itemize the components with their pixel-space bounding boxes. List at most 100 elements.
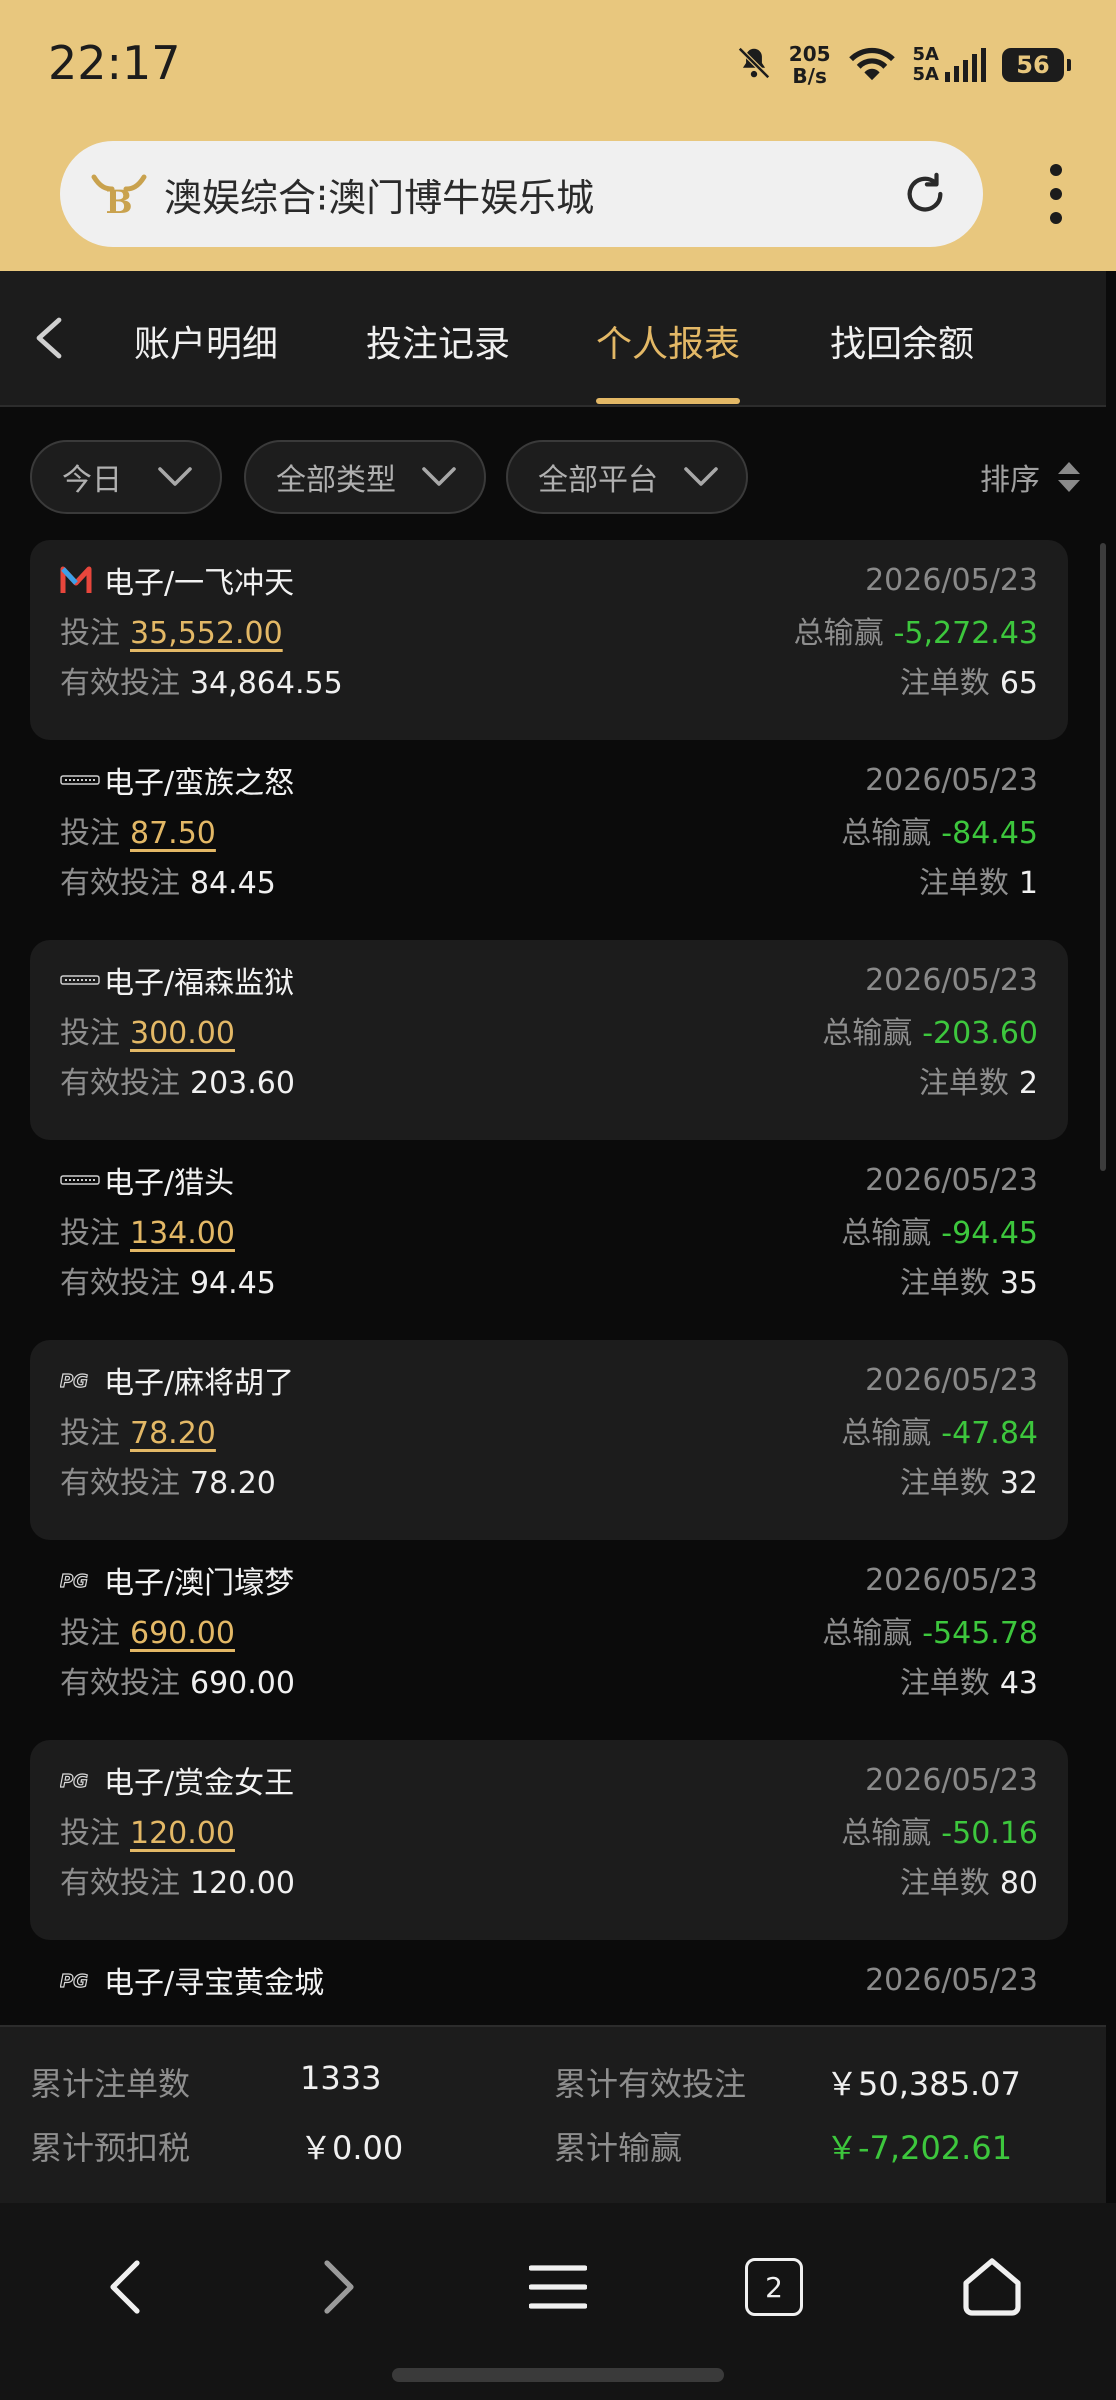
generic-provider-icon	[60, 1164, 100, 1196]
bet-amount-link[interactable]: 87.50	[130, 816, 216, 851]
tab-recover-balance[interactable]: 找回余额	[830, 315, 974, 405]
game-name: 电子/一飞冲天	[104, 566, 295, 601]
game-name: 电子/麻将胡了	[104, 1366, 295, 1401]
battery-level: 56	[1016, 51, 1050, 79]
nav-menu-button[interactable]	[520, 2249, 596, 2325]
pg-provider-icon: PG	[60, 1364, 100, 1396]
menu-dot-icon	[1050, 212, 1062, 224]
order-count-label: 注单数	[899, 1266, 990, 1301]
platform-filter[interactable]: 全部平台	[506, 440, 748, 514]
total-win-label: 总输赢	[841, 1416, 932, 1451]
bet-amount-link[interactable]: 300.00	[130, 1016, 235, 1051]
valid-bet-label: 有效投注	[60, 666, 180, 701]
record-date: 2026/05/23	[865, 762, 1038, 798]
total-win-value: -203.60	[922, 1016, 1038, 1051]
report-card[interactable]: PG 电子/赏金女王 2026/05/23 投注 120.00 总输赢 -50.16…	[30, 1740, 1068, 1940]
order-count-value: 43	[999, 1666, 1038, 1701]
report-tabbar: 账户明细 投注记录 个人报表 找回余额	[0, 271, 1106, 407]
battery-icon: 56	[1002, 48, 1071, 82]
wifi-icon	[847, 44, 897, 86]
signal-bars-icon	[945, 48, 986, 82]
pg-provider-icon: PG	[60, 1564, 100, 1596]
hamburger-menu-icon	[529, 2265, 587, 2309]
type-filter-value: 全部类型	[276, 463, 396, 498]
report-card[interactable]: PG 电子/澳门壕梦 2026/05/23 投注 690.00 总输赢 -545.7…	[30, 1540, 1068, 1740]
valid-bet-label: 有效投注	[60, 866, 180, 901]
game-name: 电子/澳门壕梦	[104, 1566, 295, 1601]
game-name: 电子/赏金女王	[104, 1766, 295, 1801]
report-card[interactable]: 电子/福森监狱 2026/05/23 投注 300.00 总输赢 -203.60 有…	[30, 940, 1068, 1140]
tab-count: 2	[765, 2270, 783, 2304]
signal-label-1: 5A	[912, 44, 939, 65]
svg-text:PG: PG	[60, 1971, 88, 1992]
order-count-value: 2	[1018, 1066, 1038, 1101]
valid-bet-label: 有效投注	[60, 1666, 180, 1701]
list-scrollbar[interactable]	[1100, 543, 1106, 1171]
total-win-label: 总输赢	[822, 1616, 913, 1651]
report-card[interactable]: PG 电子/寻宝黄金城 2026/05/23	[30, 1940, 1068, 2005]
home-indicator[interactable]	[392, 2368, 724, 2382]
report-card[interactable]: 电子/猎头 2026/05/23 投注 134.00 总输赢 -94.45 有效投注…	[30, 1140, 1068, 1340]
chevron-left-icon	[110, 2260, 140, 2314]
order-count-label: 注单数	[899, 1866, 990, 1901]
total-win-value: -545.78	[922, 1616, 1038, 1651]
report-card[interactable]: 电子/蛮族之怒 2026/05/23 投注 87.50 总输赢 -84.45 有效投…	[30, 740, 1068, 940]
total-tax-label: 累计预扣税	[30, 2129, 191, 2167]
net-speed-unit: B/s	[792, 64, 827, 88]
valid-bet-label: 有效投注	[60, 1266, 180, 1301]
bet-label: 投注	[60, 1816, 120, 1851]
tab-personal-report[interactable]: 个人报表	[596, 315, 740, 405]
reload-button[interactable]	[895, 164, 955, 224]
report-card[interactable]: PG 电子/麻将胡了 2026/05/23 投注 78.20 总输赢 -47.84 …	[30, 1340, 1068, 1540]
chevron-down-icon	[684, 467, 718, 486]
valid-bet-label: 有效投注	[60, 1466, 180, 1501]
sort-button[interactable]: 排序	[980, 452, 1080, 502]
net-speed: 205 B/s	[789, 43, 831, 87]
total-win-value: -47.84	[941, 1416, 1038, 1451]
tab-account-details[interactable]: 账户明细	[134, 315, 278, 405]
total-win-value: -5,272.43	[893, 616, 1038, 651]
type-filter[interactable]: 全部类型	[244, 440, 486, 514]
order-count-value: 1	[1018, 866, 1038, 901]
back-button[interactable]	[26, 313, 70, 363]
report-list[interactable]: 电子/一飞冲天 2026/05/23 投注 35,552.00 总输赢 -5,272…	[0, 540, 1106, 2005]
total-win-label: 总输赢	[841, 816, 932, 851]
total-win-value: -50.16	[941, 1816, 1038, 1851]
nav-forward-button[interactable]	[302, 2249, 378, 2325]
status-time: 22:17	[48, 36, 181, 90]
browser-menu-button[interactable]	[1026, 158, 1086, 230]
active-tab-indicator	[596, 398, 740, 404]
record-date: 2026/05/23	[865, 1762, 1038, 1798]
status-icons: 205 B/s 5A 5A 56	[735, 40, 1071, 90]
bet-amount-link[interactable]: 35,552.00	[130, 616, 283, 651]
record-date: 2026/05/23	[865, 1162, 1038, 1198]
svg-text:PG: PG	[60, 1771, 88, 1792]
date-filter[interactable]: 今日	[30, 440, 222, 514]
valid-bet-value: 690.00	[190, 1666, 295, 1701]
mute-bell-icon	[735, 44, 773, 86]
nav-back-button[interactable]	[86, 2249, 162, 2325]
total-win-value: -94.45	[941, 1216, 1038, 1251]
chevron-left-icon	[36, 317, 62, 359]
total-valid-bet-value: ￥50,385.07	[826, 2065, 1021, 2103]
bet-amount-link[interactable]: 690.00	[130, 1616, 235, 1651]
order-count-value: 32	[999, 1466, 1038, 1501]
game-name: 电子/猎头	[104, 1166, 235, 1201]
valid-bet-value: 84.45	[190, 866, 276, 901]
total-valid-bet-label: 累计有效投注	[554, 2065, 747, 2103]
nav-home-button[interactable]	[954, 2249, 1030, 2325]
nav-tabs-button[interactable]: 2	[736, 2249, 812, 2325]
chevron-right-icon	[324, 2260, 354, 2314]
record-date: 2026/05/23	[865, 1362, 1038, 1398]
m-provider-icon	[60, 564, 100, 596]
valid-bet-value: 120.00	[190, 1866, 295, 1901]
bet-amount-link[interactable]: 134.00	[130, 1216, 235, 1251]
total-order-count-label: 累计注单数	[30, 2065, 191, 2103]
bet-amount-link[interactable]: 120.00	[130, 1816, 235, 1851]
bet-amount-link[interactable]: 78.20	[130, 1416, 216, 1451]
tab-bet-records[interactable]: 投注记录	[366, 315, 510, 405]
record-date: 2026/05/23	[865, 962, 1038, 998]
address-bar[interactable]: B 澳娱综合⁝澳门博牛娱乐城	[60, 141, 983, 247]
report-card[interactable]: 电子/一飞冲天 2026/05/23 投注 35,552.00 总输赢 -5,272…	[30, 540, 1068, 740]
valid-bet-value: 78.20	[190, 1466, 276, 1501]
